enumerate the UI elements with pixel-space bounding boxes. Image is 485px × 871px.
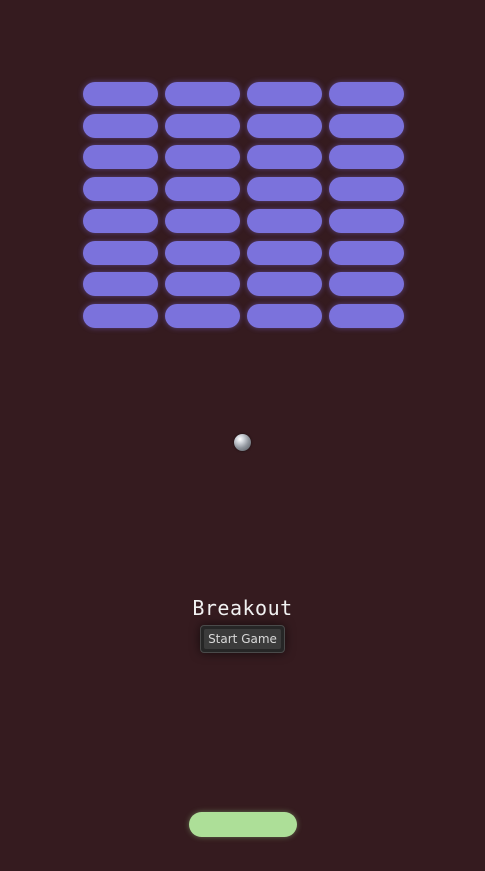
brick (247, 240, 322, 265)
brick (165, 177, 240, 202)
brick (83, 177, 158, 202)
brick (247, 177, 322, 202)
brick (83, 145, 158, 170)
ball (234, 434, 251, 451)
brick (329, 272, 404, 297)
brick (83, 113, 158, 138)
brick (165, 208, 240, 233)
game-title: Breakout (192, 596, 293, 620)
paddle[interactable] (189, 812, 297, 837)
brick (83, 272, 158, 297)
start-overlay: Breakout Start Game (0, 595, 485, 653)
brick (83, 82, 158, 106)
brick (329, 82, 404, 106)
brick (329, 177, 404, 202)
brick (165, 240, 240, 265)
brick (165, 272, 240, 297)
brick (329, 113, 404, 138)
brick (329, 240, 404, 265)
brick (165, 303, 240, 328)
brick (165, 82, 240, 106)
game-board[interactable]: Breakout Start Game (0, 0, 485, 871)
brick (247, 145, 322, 170)
brick (247, 303, 322, 328)
brick (247, 208, 322, 233)
brick (329, 303, 404, 328)
brick (329, 145, 404, 170)
brick (165, 145, 240, 170)
brick (247, 113, 322, 138)
brick (247, 272, 322, 297)
brick (165, 113, 240, 138)
brick (83, 303, 158, 328)
brick (247, 82, 322, 106)
brick (83, 240, 158, 265)
brick (329, 208, 404, 233)
start-button-frame: Start Game (200, 625, 285, 653)
brick (83, 208, 158, 233)
start-game-button[interactable]: Start Game (204, 629, 281, 649)
